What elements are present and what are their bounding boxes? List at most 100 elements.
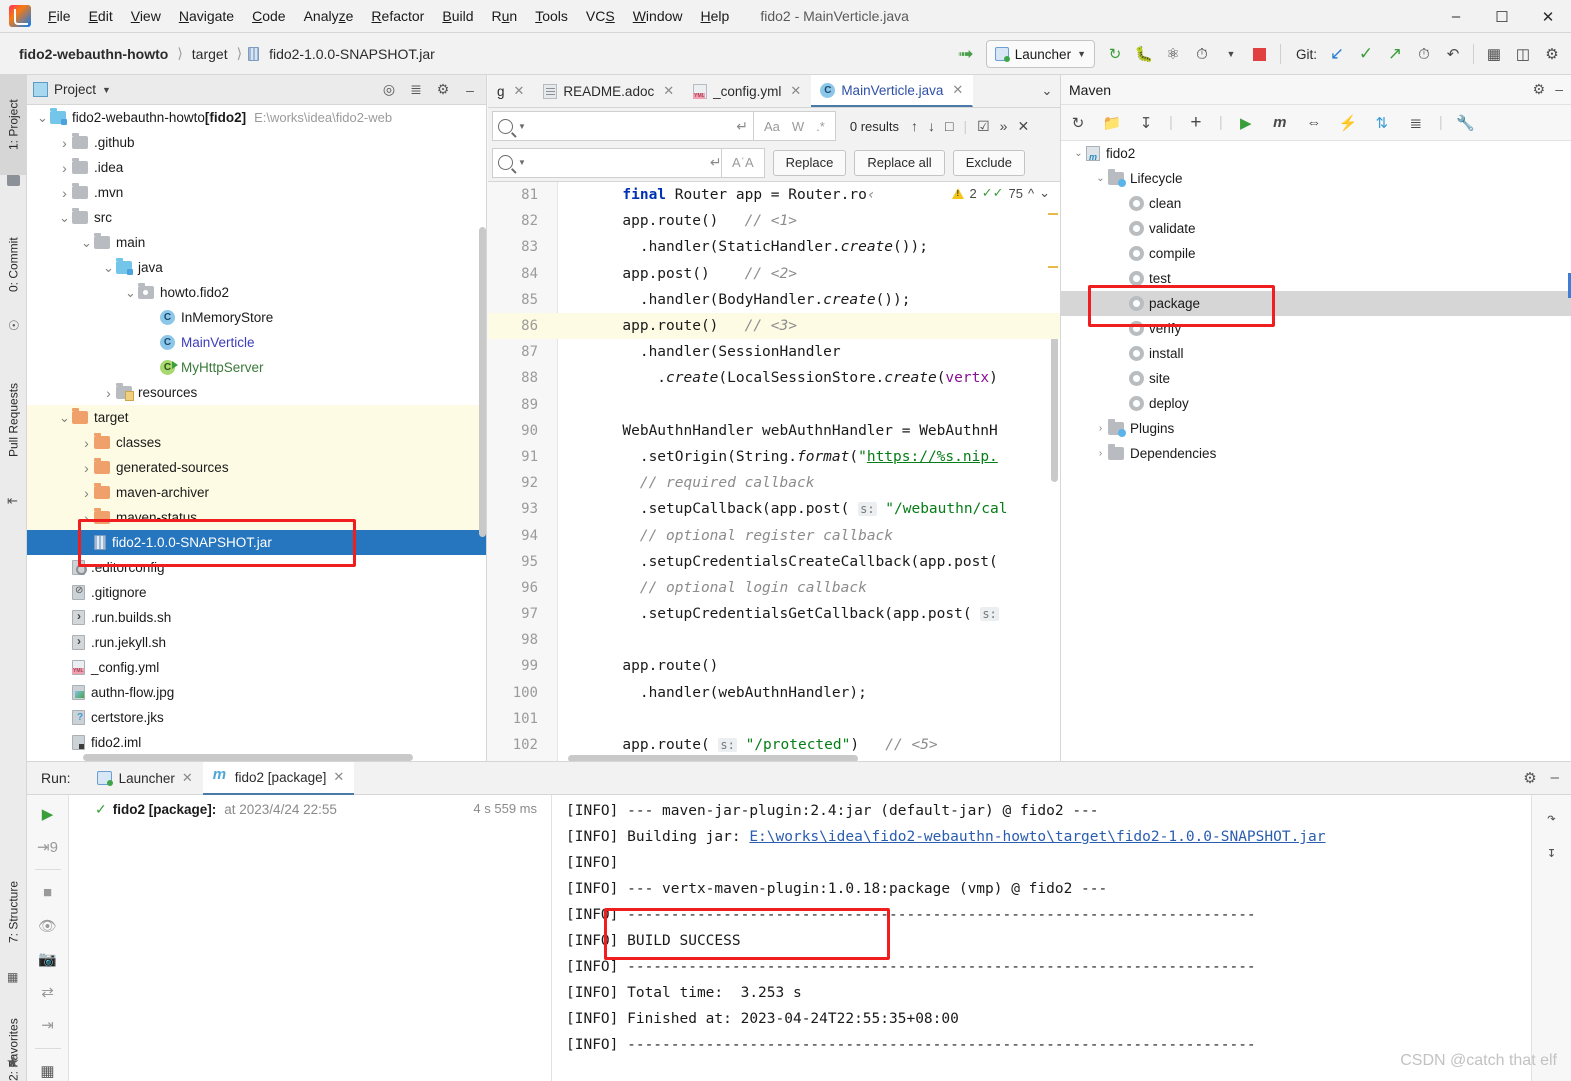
replace-all-button[interactable]: Replace all xyxy=(854,149,945,176)
tree-row[interactable]: C MainVerticle xyxy=(27,330,486,355)
code-lines[interactable]: 81 final Router app = Router.ro‹ 82 app.r… xyxy=(488,182,1060,758)
tree-row[interactable]: .run.builds.sh xyxy=(27,605,486,630)
debug-button[interactable]: 🐛 xyxy=(1131,41,1157,67)
stop-button[interactable] xyxy=(1247,41,1273,67)
find-previous-icon[interactable]: ↑ xyxy=(911,118,918,134)
rerun-failed-tests-icon[interactable]: ⇥9 xyxy=(36,836,60,857)
project-tree[interactable]: ⌄ fido2-webauthn-howto [fido2] E:\works\id… xyxy=(27,105,486,761)
tree-row[interactable]: › maven-archiver xyxy=(27,480,486,505)
maven-tree-row[interactable]: validate xyxy=(1061,216,1571,241)
tree-row[interactable]: › generated-sources xyxy=(27,455,486,480)
hide-panel-icon[interactable]: – xyxy=(460,80,480,100)
git-rollback-icon[interactable]: ↶ xyxy=(1440,41,1466,67)
chevron-down-icon[interactable]: ⌄ xyxy=(57,210,72,226)
tree-row[interactable]: ⌄ src xyxy=(27,205,486,230)
filter-icon[interactable]: ☑ xyxy=(977,118,990,135)
project-vertical-scrollbar[interactable] xyxy=(479,227,486,537)
locate-target-icon[interactable]: ◎ xyxy=(379,80,399,100)
menu-edit[interactable]: Edit xyxy=(80,3,122,29)
chevron-right-icon[interactable]: › xyxy=(57,185,72,201)
breadcrumb-project[interactable]: fido2-webauthn-howto xyxy=(16,44,171,64)
profile-button[interactable]: ⏱ xyxy=(1189,41,1215,67)
menu-refactor[interactable]: Refactor xyxy=(362,3,433,29)
tree-row[interactable]: › classes xyxy=(27,430,486,455)
replace-button[interactable]: Replace xyxy=(772,149,847,176)
sidebar-item-structure[interactable]: 7: Structure xyxy=(0,857,27,967)
close-icon[interactable]: ✕ xyxy=(663,83,674,99)
collapse-all-icon[interactable]: ≣ xyxy=(406,80,426,100)
editor-tab-partial[interactable]: g ✕ xyxy=(488,75,534,107)
code-line[interactable]: 87 .handler(SessionHandler xyxy=(488,339,1060,365)
run-configuration-selector[interactable]: Launcher ▼ xyxy=(985,40,1095,68)
menu-help[interactable]: Help xyxy=(692,3,739,29)
chevron-right-icon[interactable]: › xyxy=(1093,423,1108,434)
breadcrumb[interactable]: fido2-webauthn-howto ⟩ target ⟩ fido2-1.… xyxy=(16,44,438,64)
tree-row[interactable]: fido2.iml xyxy=(27,730,486,755)
code-line[interactable]: 99 app.route() xyxy=(488,653,1060,679)
code-line[interactable]: 81 final Router app = Router.ro‹ xyxy=(488,182,1060,208)
tree-row[interactable]: ⌄ target xyxy=(27,405,486,430)
close-button[interactable]: ✕ xyxy=(1525,0,1571,33)
menu-file[interactable]: File xyxy=(39,3,80,29)
profile-dropdown-icon[interactable]: ▼ xyxy=(1218,41,1244,67)
multiline-toggle-icon[interactable]: ↵ xyxy=(710,154,722,171)
chevron-down-icon[interactable]: ⌄ xyxy=(57,410,72,426)
export-snapshot-icon[interactable]: 📷 xyxy=(36,949,60,970)
import-icon[interactable]: ⇥ xyxy=(36,1015,60,1036)
editor-tab-config[interactable]: _config.yml ✕ xyxy=(684,75,811,107)
maven-settings-icon[interactable]: 🔧 xyxy=(1455,112,1477,134)
show-passed-icon[interactable]: 👁 xyxy=(36,915,60,936)
close-icon[interactable]: ✕ xyxy=(333,769,344,785)
chevron-down-icon[interactable]: ⌄ xyxy=(101,260,116,276)
code-line[interactable]: 93 .setupCallback(app.post( s: "/webauth… xyxy=(488,496,1060,522)
maven-tree[interactable]: ⌄fido2⌄Lifecycle clean validate compile … xyxy=(1061,141,1571,466)
code-line[interactable]: 102 app.route( s: "/protected") // <5> xyxy=(488,732,1060,758)
close-icon[interactable]: ✕ xyxy=(514,83,525,99)
code-line[interactable]: 94 // optional register callback xyxy=(488,522,1060,548)
maven-tree-row[interactable]: › Dependencies xyxy=(1061,441,1571,466)
breadcrumb-jar[interactable]: fido2-1.0.0-SNAPSHOT.jar xyxy=(266,44,438,64)
menu-bar[interactable]: File Edit View Navigate Code Analyze Ref… xyxy=(39,3,738,29)
replace-input[interactable]: ▼ ↵ xyxy=(492,147,722,178)
words-toggle[interactable]: W xyxy=(792,119,804,134)
match-case-toggle[interactable]: Aa xyxy=(764,119,780,134)
show-dependencies-icon[interactable]: ⇅ xyxy=(1371,112,1393,134)
code-line[interactable]: 96 // optional login callback xyxy=(488,575,1060,601)
maximize-button[interactable]: ☐ xyxy=(1479,0,1525,33)
code-line[interactable]: 85 .handler(BodyHandler.create()); xyxy=(488,287,1060,313)
maven-tree-row[interactable]: deploy xyxy=(1061,391,1571,416)
chevron-right-icon[interactable]: › xyxy=(79,510,94,526)
run-tab-fido2-package[interactable]: fido2 [package] ✕ xyxy=(202,761,355,795)
code-line[interactable]: 101 xyxy=(488,706,1060,732)
chevron-right-icon[interactable]: › xyxy=(57,135,72,151)
close-icon[interactable]: ✕ xyxy=(182,770,193,786)
maven-tree-row[interactable]: clean xyxy=(1061,191,1571,216)
gear-icon[interactable]: ⚙ xyxy=(1533,81,1546,98)
collapse-all-icon[interactable]: ≣ xyxy=(1405,112,1427,134)
exclude-button[interactable]: Exclude xyxy=(952,149,1025,176)
maven-tree-row[interactable]: verify xyxy=(1061,316,1571,341)
chevron-down-icon[interactable]: ⌄ xyxy=(123,285,138,301)
gear-icon[interactable]: ⚙ xyxy=(1523,769,1536,787)
tree-row[interactable]: .run.jekyll.sh xyxy=(27,630,486,655)
multiline-toggle-icon[interactable]: ↵ xyxy=(736,118,748,135)
more-options-icon[interactable]: » xyxy=(1000,118,1008,134)
maven-tree-row[interactable]: install xyxy=(1061,341,1571,366)
chevron-right-icon[interactable]: › xyxy=(79,435,94,451)
stop-icon[interactable]: ■ xyxy=(36,882,60,903)
maven-tree-row[interactable]: site xyxy=(1061,366,1571,391)
rerun-icon[interactable]: ▶ xyxy=(36,803,60,824)
preserve-case-toggle[interactable]: AˈA xyxy=(732,155,754,170)
search-everywhere-icon[interactable]: ◫ xyxy=(1510,41,1536,67)
search-field[interactable] xyxy=(529,118,733,134)
chevron-down-icon[interactable]: ▼ xyxy=(102,85,111,95)
tree-row[interactable]: ⌄ howto.fido2 xyxy=(27,280,486,305)
hide-panel-icon[interactable]: – xyxy=(1551,769,1559,787)
chevron-down-icon[interactable]: ⌄ xyxy=(1034,75,1060,107)
tree-row[interactable]: › .idea xyxy=(27,155,486,180)
find-next-icon[interactable]: ↓ xyxy=(928,118,935,134)
chevron-right-icon[interactable]: › xyxy=(79,485,94,501)
code-line[interactable]: 88 .create(LocalSessionStore.create(vert… xyxy=(488,365,1060,391)
chevron-down-icon[interactable]: ⌄ xyxy=(1071,148,1086,159)
tree-row[interactable]: authn-flow.jpg xyxy=(27,680,486,705)
